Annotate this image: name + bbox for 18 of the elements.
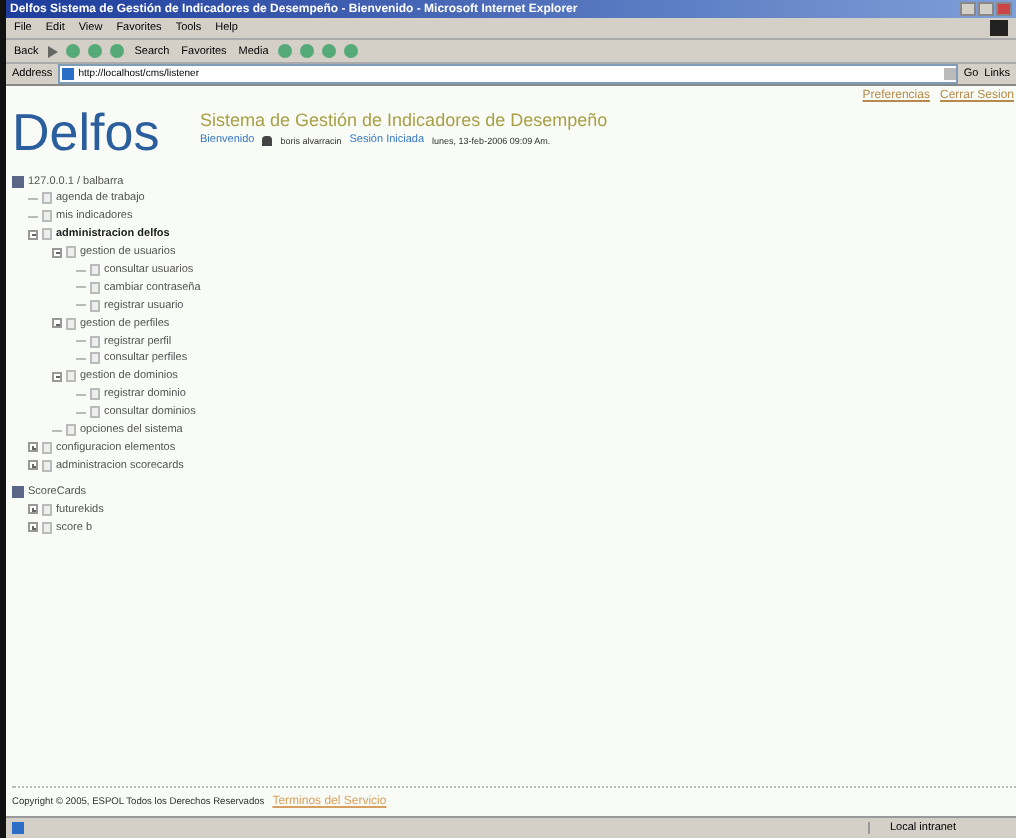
expand-icon[interactable] [28,460,38,471]
expand-icon[interactable] [28,522,38,533]
minimize-button[interactable] [960,2,976,16]
collapse-icon[interactable] [52,247,62,258]
lock-icon [262,135,273,145]
collapse-icon[interactable] [52,318,62,329]
logo-text: Delfos [12,102,162,162]
expand-icon[interactable] [28,504,38,515]
folder-icon [66,370,76,383]
maximize-button[interactable] [978,2,994,16]
folder-icon [66,317,76,330]
folder-icon [66,246,76,259]
expand-icon[interactable] [28,442,38,453]
folder-icon [42,228,52,241]
collapse-icon[interactable] [52,371,62,382]
collapse-icon[interactable] [28,229,38,240]
system-title: Sistema de Gestión de Indicadores de Desempeño [200,110,608,130]
close-button[interactable] [996,2,1012,16]
